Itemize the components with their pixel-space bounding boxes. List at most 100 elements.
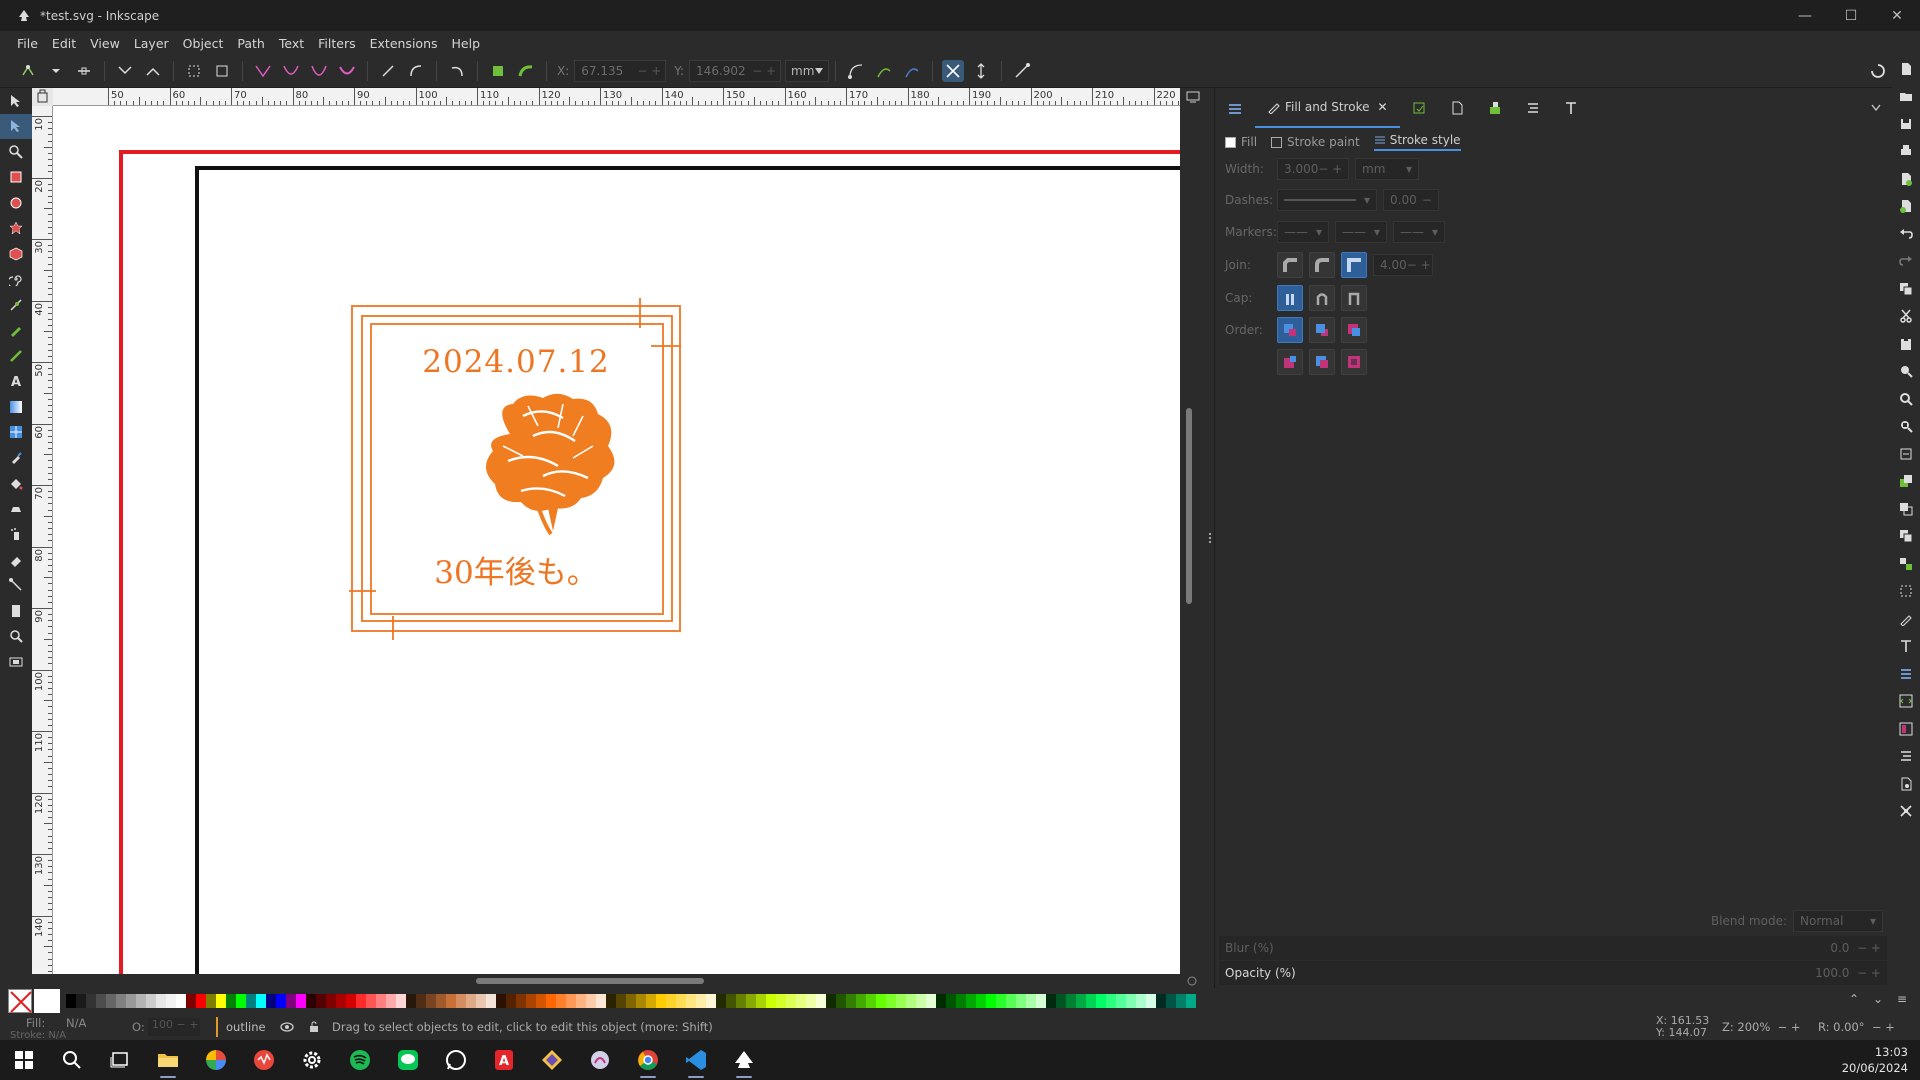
tab-layers[interactable] <box>1215 88 1255 128</box>
color-swatch[interactable] <box>816 994 826 1008</box>
measure-tool-icon[interactable] <box>0 649 32 675</box>
node-cusp-icon[interactable] <box>252 60 274 82</box>
color-swatch[interactable] <box>526 994 536 1008</box>
color-swatch[interactable] <box>766 994 776 1008</box>
settings-gear-icon[interactable] <box>288 1040 336 1080</box>
color-swatch[interactable] <box>596 994 606 1008</box>
palette-scroll-up-icon[interactable]: ⌃ <box>1842 992 1866 1006</box>
color-swatch[interactable] <box>156 994 166 1008</box>
color-swatch[interactable] <box>726 994 736 1008</box>
transform-handles-icon[interactable] <box>942 60 965 82</box>
show-path-outline-icon[interactable] <box>901 60 923 82</box>
color-swatch[interactable] <box>116 994 126 1008</box>
color-swatch[interactable] <box>336 994 346 1008</box>
clone-icon[interactable] <box>1892 495 1920 523</box>
color-swatch[interactable] <box>446 994 456 1008</box>
color-swatch[interactable] <box>326 994 336 1008</box>
color-swatch[interactable] <box>346 994 356 1008</box>
color-swatch[interactable] <box>786 994 796 1008</box>
dash-offset-input[interactable]: 0.00− <box>1383 189 1439 211</box>
selector-tool-icon[interactable] <box>0 88 32 114</box>
node-smooth-icon[interactable] <box>280 60 302 82</box>
vertical-ruler[interactable]: 10 20 30 40 50 60 70 80 90 100 110 120 130 140 <box>32 106 53 974</box>
ungroup-icon[interactable] <box>1892 578 1920 606</box>
color-swatch[interactable] <box>106 994 116 1008</box>
stroke-to-path-icon[interactable] <box>515 60 537 82</box>
color-swatch[interactable] <box>1136 994 1146 1008</box>
tab-objects[interactable] <box>1476 88 1514 128</box>
zoom-page-icon[interactable] <box>1892 413 1920 441</box>
calligraphy-tool-icon[interactable] <box>0 343 32 369</box>
blur-slider[interactable]: Blur (%) 0.0 − + <box>1219 936 1887 960</box>
dashes-select[interactable]: ▾ <box>1277 189 1377 211</box>
node-symmetric-icon[interactable] <box>308 60 330 82</box>
color-swatch[interactable] <box>746 994 756 1008</box>
color-swatch[interactable] <box>1176 994 1186 1008</box>
color-swatch[interactable] <box>1096 994 1106 1008</box>
show-handles-icon[interactable] <box>873 60 895 82</box>
color-swatch[interactable] <box>536 994 546 1008</box>
horizontal-ruler[interactable]: 50 60 70 80 90 100 110 120 130 140 150 160 170 180 190… <box>53 88 1180 106</box>
star-tool-icon[interactable] <box>0 216 32 242</box>
color-swatch[interactable] <box>866 994 876 1008</box>
tab-document[interactable] <box>1438 88 1476 128</box>
color-swatch[interactable] <box>1186 994 1196 1008</box>
join-miter-button[interactable] <box>1341 252 1367 278</box>
unit-select[interactable]: mm <box>785 60 830 82</box>
color-swatch[interactable] <box>586 994 596 1008</box>
color-swatch[interactable] <box>1006 994 1016 1008</box>
color-swatch[interactable] <box>406 994 416 1008</box>
color-swatch[interactable] <box>1016 994 1026 1008</box>
cut-icon[interactable] <box>1892 303 1920 331</box>
menu-layer[interactable]: Layer <box>127 36 176 51</box>
subtab-stroke-paint[interactable]: Stroke paint <box>1271 135 1360 149</box>
color-swatch[interactable] <box>136 994 146 1008</box>
rectangle-tool-icon[interactable] <box>0 165 32 191</box>
color-swatch[interactable] <box>86 994 96 1008</box>
show-clip-path-icon[interactable] <box>970 60 992 82</box>
menu-extensions[interactable]: Extensions <box>363 36 445 51</box>
color-swatch[interactable] <box>976 994 986 1008</box>
dock-resize-handle[interactable] <box>1206 88 1214 988</box>
color-swatch[interactable] <box>886 994 896 1008</box>
color-swatch[interactable] <box>266 994 276 1008</box>
color-swatch[interactable] <box>686 994 696 1008</box>
color-swatch[interactable] <box>1026 994 1036 1008</box>
ellipse-tool-icon[interactable] <box>0 190 32 216</box>
zoom-tool-icon[interactable] <box>0 624 32 650</box>
menu-object[interactable]: Object <box>176 36 231 51</box>
chrome-icon[interactable] <box>624 1040 672 1080</box>
color-swatch[interactable] <box>1126 994 1136 1008</box>
color-swatch[interactable] <box>96 994 106 1008</box>
color-swatch[interactable] <box>826 994 836 1008</box>
zoom-control[interactable]: Z: 200% − + <box>1722 1020 1801 1034</box>
break-path-icon[interactable] <box>142 60 164 82</box>
color-swatch[interactable] <box>296 994 306 1008</box>
delete-segment-icon[interactable] <box>211 60 233 82</box>
current-layer-selector[interactable]: outline <box>216 1017 320 1037</box>
x-input[interactable]: 67.135− + <box>574 60 667 82</box>
color-swatch[interactable] <box>496 994 506 1008</box>
start-marker-select[interactable]: —— ▾ <box>1277 221 1329 243</box>
end-marker-select[interactable]: —— ▾ <box>1393 221 1445 243</box>
fill-and-stroke-icon[interactable] <box>1892 605 1920 633</box>
unlink-clone-icon[interactable] <box>1892 523 1920 551</box>
color-swatch[interactable] <box>196 994 206 1008</box>
color-swatch[interactable] <box>1156 994 1166 1008</box>
palette-scroll-down-icon[interactable]: ⌄ <box>1866 992 1890 1006</box>
vertical-scrollbar[interactable] <box>1186 408 1192 604</box>
color-swatch[interactable] <box>316 994 326 1008</box>
join-segment-icon[interactable] <box>183 60 205 82</box>
fill-indicator-value[interactable]: N/A <box>66 1016 86 1030</box>
color-swatch[interactable] <box>736 994 746 1008</box>
color-swatch[interactable] <box>76 994 86 1008</box>
color-swatch[interactable] <box>286 994 296 1008</box>
spiral-tool-icon[interactable] <box>0 267 32 293</box>
color-swatch[interactable] <box>1146 994 1156 1008</box>
color-swatch[interactable] <box>616 994 626 1008</box>
menu-edit[interactable]: Edit <box>45 36 83 51</box>
menu-file[interactable]: File <box>10 36 45 51</box>
export-file-icon[interactable] <box>1892 193 1920 221</box>
color-swatch[interactable] <box>396 994 406 1008</box>
edit-mask-icon[interactable] <box>1011 60 1033 82</box>
